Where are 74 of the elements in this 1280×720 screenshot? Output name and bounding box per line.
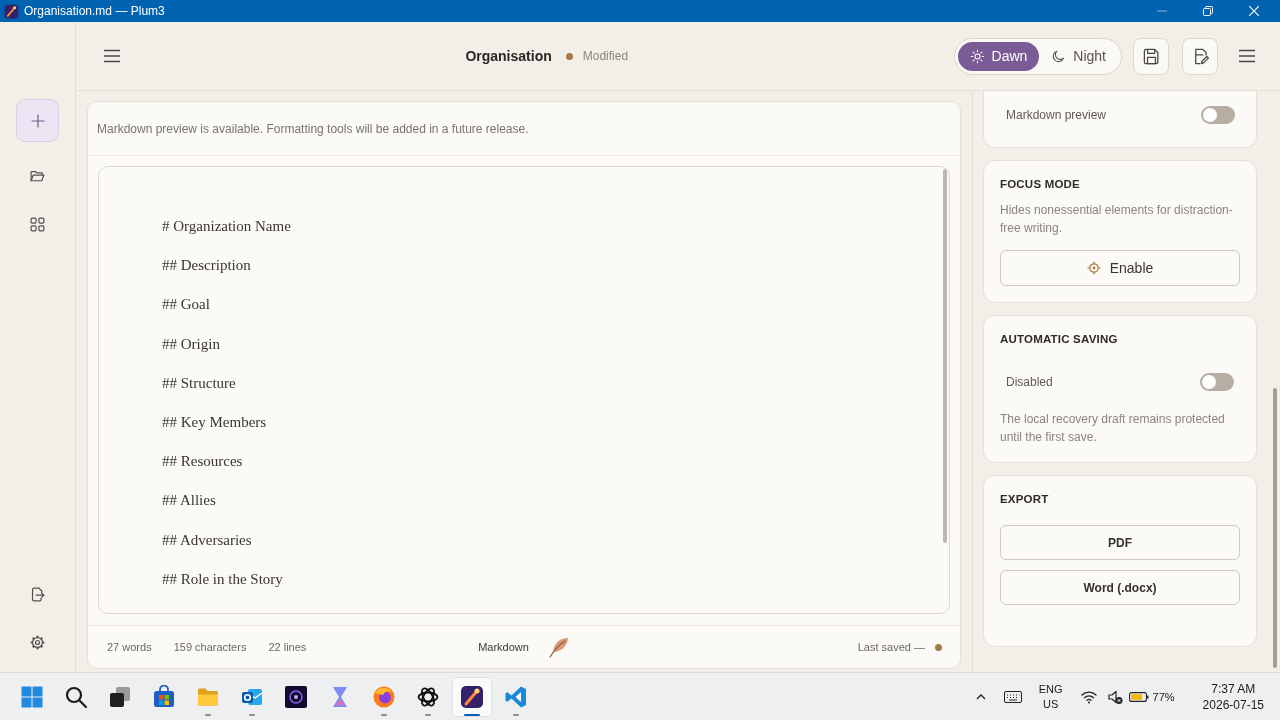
heading-line: ## Structure [162, 374, 236, 391]
status-label: Modified [582, 49, 629, 63]
save-button[interactable] [1133, 37, 1169, 75]
last-saved-label: Last saved — [857, 641, 925, 653]
heading-line: ## Goal [162, 296, 210, 313]
battery-icon[interactable] [1128, 690, 1149, 703]
line-count: 22 lines [268, 641, 307, 653]
search-icon [64, 684, 88, 709]
running-indicator [381, 713, 387, 716]
enable-button[interactable]: Enable [1000, 250, 1240, 286]
grid-icon[interactable] [29, 216, 46, 233]
target-icon [1086, 261, 1101, 275]
battery-percent: 77% [1152, 690, 1175, 703]
mode-label: Markdown [478, 641, 529, 653]
scrollbar-thumb[interactable] [943, 169, 947, 543]
language-label[interactable]: ENG [1038, 681, 1063, 697]
running-indicator [464, 713, 480, 716]
dark-tile-icon [284, 684, 308, 709]
status-dot-icon [565, 52, 573, 60]
document-title: Organisation [465, 48, 552, 64]
shopping-bag-icon [152, 684, 176, 709]
heading-line: ## Adversaries [162, 531, 252, 548]
moon-icon [1051, 48, 1067, 64]
heading-line: ## Allies [162, 492, 216, 509]
menu-icon[interactable] [104, 49, 120, 63]
toggle-switch[interactable] [1200, 373, 1234, 391]
running-indicator [249, 713, 255, 716]
clock-time[interactable]: 7:37 AM [1211, 680, 1256, 697]
saved-dot-icon [935, 643, 942, 651]
toggle-switch[interactable] [1201, 106, 1235, 124]
speaker-muted-icon[interactable] [1106, 688, 1123, 705]
heading-line: # Organization Name [162, 218, 291, 234]
export-button[interactable]: Word (.docx) [1000, 570, 1240, 605]
edit-document-button[interactable] [1182, 37, 1218, 75]
running-indicator [205, 713, 211, 716]
running-indicator [513, 713, 519, 716]
section-title: AUTOMATIC SAVING [1000, 332, 1119, 346]
heading-line: ## Description [162, 257, 251, 274]
stacked-squares-icon [108, 684, 132, 709]
heading-line: ## Resources [162, 453, 243, 470]
keyboard-icon[interactable] [1003, 690, 1022, 703]
four-squares-icon [20, 684, 44, 709]
heading-line: ## Key Members [162, 413, 267, 430]
app-logo-icon [460, 684, 484, 709]
taskbar-button[interactable] [452, 676, 492, 717]
scrollbar-thumb[interactable] [1273, 388, 1277, 668]
heading-line: ## Role in the Story [162, 570, 283, 587]
ribbon-icon [504, 684, 528, 709]
settings-icon[interactable] [29, 634, 46, 651]
theme-option[interactable]: Dawn [957, 41, 1040, 71]
export-button[interactable]: PDF [1000, 525, 1240, 560]
file-export-icon[interactable] [29, 586, 46, 603]
word-count: 27 words [107, 641, 152, 653]
heading-line: ## Origin [162, 335, 220, 352]
character-count: 159 characters [173, 641, 247, 653]
restore-icon[interactable] [1203, 6, 1213, 16]
wifi-icon[interactable] [1080, 689, 1097, 704]
setting-label: Markdown preview [1006, 108, 1107, 122]
app-logo-icon [4, 3, 19, 19]
close-icon[interactable] [1249, 6, 1259, 16]
section-title: EXPORT [1000, 492, 1050, 506]
setting-label: Disabled [1006, 375, 1053, 389]
description-text: Hides nonessential elements for distraction-free writing. [1000, 202, 1234, 237]
window-title: Organisation.md — Plum3 [24, 4, 165, 18]
notice-text: Markdown preview is available. Formatting tools will be added in a future release. [97, 121, 529, 136]
theme-option[interactable]: Night [1039, 41, 1118, 71]
globe-icon [372, 684, 396, 709]
region-label[interactable]: US [1043, 696, 1059, 712]
sun-icon [969, 48, 985, 64]
menu-icon[interactable] [1239, 49, 1255, 63]
note-text: The local recovery draft remains protected until the first save. [1000, 411, 1226, 446]
section-title: FOCUS MODE [1000, 177, 1081, 191]
running-indicator [425, 713, 431, 716]
clock-date[interactable]: 2026-07-15 [1202, 696, 1264, 713]
